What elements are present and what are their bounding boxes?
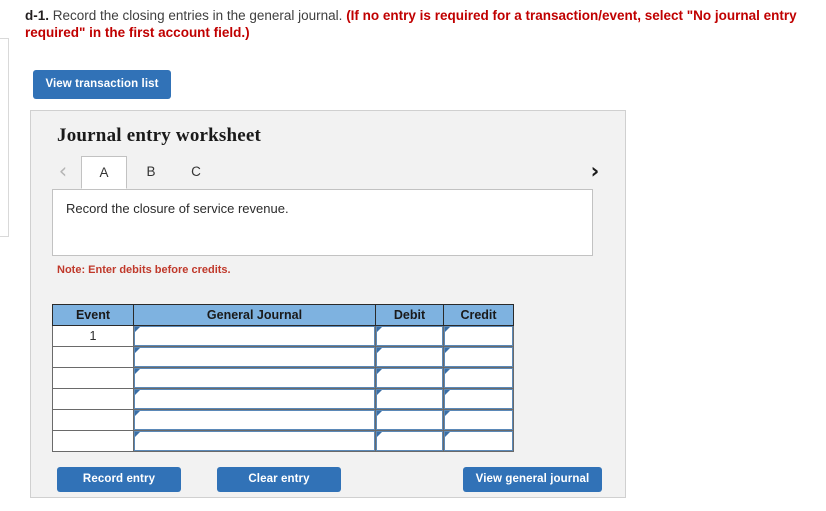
column-header-credit: Credit [443, 304, 514, 326]
instruction-box: Record the closure of service revenue. [52, 189, 593, 256]
instruction-text: Record the closure of service revenue. [66, 201, 289, 216]
debit-input[interactable] [376, 389, 443, 409]
journal-entry-table: Event General Journal Debit Credit 1 [52, 304, 514, 452]
credit-input[interactable] [444, 389, 513, 409]
general-journal-input-cell [133, 388, 376, 410]
view-general-journal-button[interactable]: View general journal [463, 467, 602, 492]
tab-a[interactable]: A [81, 156, 127, 189]
dropdown-marker-icon [377, 348, 382, 353]
general-journal-input[interactable] [134, 347, 375, 367]
debit-input-cell [375, 430, 444, 452]
journal-entry-worksheet-panel: Journal entry worksheet ‹ A B C › Record… [30, 110, 626, 498]
journal-table-body: 1 [52, 325, 514, 452]
dropdown-marker-icon [445, 411, 450, 416]
debit-input-cell [375, 409, 444, 431]
dropdown-marker-icon [135, 327, 140, 332]
chevron-left-icon[interactable]: ‹ [51, 156, 75, 186]
worksheet-title: Journal entry worksheet [57, 125, 262, 146]
event-cell [52, 388, 134, 410]
debit-input[interactable] [376, 410, 443, 430]
credit-input-cell [443, 409, 514, 431]
dropdown-marker-icon [377, 432, 382, 437]
chevron-right-icon[interactable]: › [583, 156, 607, 186]
dropdown-marker-icon [377, 327, 382, 332]
tab-c[interactable]: C [181, 156, 211, 189]
general-journal-input[interactable] [134, 410, 375, 430]
dropdown-marker-icon [377, 411, 382, 416]
question-text: Record the closing entries in the genera… [49, 8, 347, 23]
table-row [52, 367, 514, 389]
dropdown-marker-icon [377, 369, 382, 374]
column-header-debit: Debit [375, 304, 444, 326]
dropdown-marker-icon [445, 369, 450, 374]
debit-input-cell [375, 367, 444, 389]
worksheet-tab-strip: ‹ A B C › [51, 156, 607, 190]
dropdown-marker-icon [135, 369, 140, 374]
dropdown-marker-icon [135, 348, 140, 353]
question-number: d-1. [25, 8, 50, 23]
event-cell: 1 [52, 325, 134, 347]
general-journal-input-cell [133, 367, 376, 389]
credit-input[interactable] [444, 347, 513, 367]
general-journal-input[interactable] [134, 431, 375, 451]
debit-input[interactable] [376, 431, 443, 451]
dropdown-marker-icon [135, 390, 140, 395]
clear-entry-button[interactable]: Clear entry [217, 467, 341, 492]
credit-input[interactable] [444, 431, 513, 451]
debit-input-cell [375, 388, 444, 410]
debit-input[interactable] [376, 368, 443, 388]
general-journal-input[interactable] [134, 389, 375, 409]
debit-input[interactable] [376, 347, 443, 367]
event-cell [52, 367, 134, 389]
debit-input-cell [375, 325, 444, 347]
dropdown-marker-icon [135, 432, 140, 437]
event-cell [52, 430, 134, 452]
general-journal-input[interactable] [134, 326, 375, 346]
table-row [52, 409, 514, 431]
dropdown-marker-icon [445, 348, 450, 353]
general-journal-input-cell [133, 409, 376, 431]
column-header-general-journal: General Journal [133, 304, 376, 326]
general-journal-input-cell [133, 430, 376, 452]
general-journal-input-cell [133, 325, 376, 347]
credit-input-cell [443, 346, 514, 368]
credit-input-cell [443, 325, 514, 347]
dropdown-marker-icon [445, 390, 450, 395]
question-prompt: d-1. Record the closing entries in the g… [25, 7, 820, 41]
tab-b[interactable]: B [136, 156, 166, 189]
credit-input-cell [443, 430, 514, 452]
dropdown-marker-icon [377, 390, 382, 395]
left-clipped-panel [0, 38, 9, 237]
credit-input[interactable] [444, 410, 513, 430]
table-row: 1 [52, 325, 514, 347]
debits-before-credits-note: Note: Enter debits before credits. [57, 264, 231, 276]
table-header-row: Event General Journal Debit Credit [52, 304, 514, 326]
event-cell [52, 346, 134, 368]
dropdown-marker-icon [135, 411, 140, 416]
dropdown-marker-icon [445, 327, 450, 332]
general-journal-input[interactable] [134, 368, 375, 388]
credit-input[interactable] [444, 368, 513, 388]
debit-input[interactable] [376, 326, 443, 346]
event-cell [52, 409, 134, 431]
credit-input-cell [443, 388, 514, 410]
column-header-event: Event [52, 304, 134, 326]
credit-input[interactable] [444, 326, 513, 346]
debit-input-cell [375, 346, 444, 368]
credit-input-cell [443, 367, 514, 389]
record-entry-button[interactable]: Record entry [57, 467, 181, 492]
dropdown-marker-icon [445, 432, 450, 437]
table-row [52, 430, 514, 452]
table-row [52, 388, 514, 410]
view-transaction-list-button[interactable]: View transaction list [33, 70, 171, 99]
table-row [52, 346, 514, 368]
general-journal-input-cell [133, 346, 376, 368]
